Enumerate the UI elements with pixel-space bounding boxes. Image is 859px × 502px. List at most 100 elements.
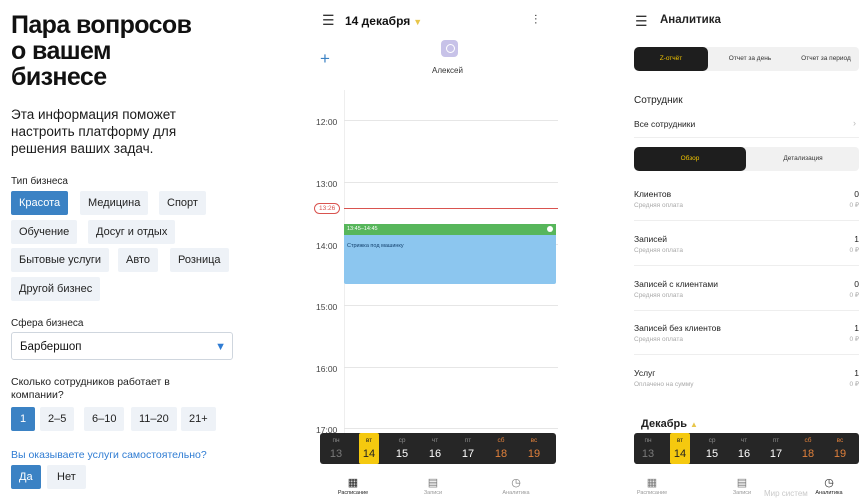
business-type-chip[interactable]: Медицина <box>80 191 149 215</box>
hour-line <box>344 182 558 183</box>
day-cell[interactable]: пт 17 <box>766 433 786 464</box>
tab-analytics[interactable]: ◷ Аналитика <box>799 476 859 496</box>
weekday: пн <box>332 437 340 444</box>
day-cell[interactable]: пн 13 <box>326 433 346 464</box>
day-number: 15 <box>395 448 409 460</box>
appointment-time: 13:45–14:45 <box>347 226 378 232</box>
staff-name: Алексей <box>432 66 463 75</box>
stat-subtitle: Оплачено на сумму <box>634 381 694 388</box>
day-number: 13 <box>641 448 655 460</box>
lead-line: Эта информация поможет <box>11 107 176 122</box>
stat-row: Клиентов Средняя оплата 0 0 ₽ <box>634 189 859 209</box>
tab-label: Аналитика <box>502 490 530 496</box>
day-cell[interactable]: сб 18 <box>491 433 511 464</box>
lead-line: настроить платформу для <box>11 124 177 139</box>
sphere-select[interactable]: Барбершоп ▼ <box>11 332 233 360</box>
no-button[interactable]: Нет <box>47 465 86 489</box>
weekday: вт <box>676 437 684 444</box>
hour-label: 12:00 <box>316 117 338 127</box>
business-type-chip[interactable]: Красота <box>11 191 69 215</box>
day-number: 19 <box>527 448 541 460</box>
employee-option[interactable]: 21+ <box>181 407 216 431</box>
day-cell[interactable]: сб 18 <box>798 433 818 464</box>
stat-value: 1 <box>854 368 859 378</box>
tab-details[interactable]: Детализация <box>748 147 858 171</box>
day-cell[interactable]: вт 14 <box>670 433 690 464</box>
tab-day-report[interactable]: Отчет за день <box>712 47 788 71</box>
title-line: Пара вопросов <box>11 11 192 39</box>
business-type-chip[interactable]: Спорт <box>159 191 206 215</box>
employee-option[interactable]: 6–10 <box>84 407 125 431</box>
stat-title: Записей с клиентами <box>634 279 718 289</box>
date-label: 14 декабря <box>345 14 411 28</box>
filter-icon[interactable]: ⫶ <box>534 12 537 28</box>
employee-option[interactable]: 2–5 <box>40 407 75 431</box>
business-type-chip[interactable]: Авто <box>118 248 158 272</box>
staff-select[interactable]: Все сотрудники <box>634 119 695 129</box>
day-number: 14 <box>362 448 376 460</box>
tab-schedule[interactable]: ▦ Расписание <box>622 476 682 496</box>
day-cell[interactable]: пн 13 <box>638 433 658 464</box>
appointment-header: 13:45–14:45 <box>344 224 556 235</box>
stat-title: Услуг <box>634 368 656 378</box>
chevron-right-icon: › <box>853 118 856 128</box>
day-number: 15 <box>705 448 719 460</box>
day-cell[interactable]: ср 15 <box>702 433 722 464</box>
question-line: компании? <box>11 389 64 401</box>
tab-records[interactable]: ▤ Записи <box>712 476 772 496</box>
stat-subtitle: Средняя оплата <box>634 202 683 209</box>
day-cell[interactable]: чт 16 <box>425 433 445 464</box>
tab-period-report[interactable]: Отчет за период <box>790 47 859 71</box>
tab-label: Расписание <box>337 490 369 496</box>
day-number: 17 <box>461 448 475 460</box>
appointment-card[interactable]: 13:45–14:45 Стрижка под машинку <box>344 224 556 284</box>
business-type-chip[interactable]: Обучение <box>11 220 78 244</box>
business-type-chip[interactable]: Розница <box>170 248 229 272</box>
stat-value: 0 <box>854 279 859 289</box>
tab-schedule[interactable]: ▦ Расписание <box>323 476 383 496</box>
stat-title: Клиентов <box>634 189 672 199</box>
weekday: ср <box>708 437 716 444</box>
weekday: пт <box>772 437 780 444</box>
business-type-chip[interactable]: Бытовые услуги <box>11 248 110 272</box>
day-cell[interactable]: вс 19 <box>830 433 850 464</box>
tab-analytics[interactable]: ◷ Аналитика <box>486 476 546 496</box>
menu-icon[interactable]: ☰ <box>635 13 648 30</box>
stat-row: Записей без клиентов Средняя оплата 1 0 … <box>634 323 859 343</box>
weekday: ср <box>398 437 406 444</box>
calendar-icon: ▦ <box>347 477 359 489</box>
divider <box>634 354 859 355</box>
tab-label: Записи <box>423 490 443 496</box>
hour-line <box>344 305 558 306</box>
tab-records[interactable]: ▤ Записи <box>403 476 463 496</box>
stat-sub-value: 0 ₽ <box>849 381 859 388</box>
question-line: Сколько сотрудников работает в <box>11 376 170 388</box>
employee-option[interactable]: 11–20 <box>131 407 177 431</box>
stat-title: Записей <box>634 234 667 244</box>
month-picker[interactable]: Декабрь ▲ <box>641 418 698 430</box>
day-cell[interactable]: пт 17 <box>458 433 478 464</box>
day-number: 13 <box>329 448 343 460</box>
day-cell[interactable]: чт 16 <box>734 433 754 464</box>
add-icon[interactable]: + <box>320 49 330 69</box>
tab-z-report[interactable]: Z-отчёт <box>634 47 708 71</box>
tab-overview[interactable]: Обзор <box>634 147 746 171</box>
date-picker[interactable]: 14 декабря ▼ <box>345 14 422 28</box>
self-service-question: Вы оказываете услуги самостоятельно? <box>11 449 207 461</box>
watermark: Мир систем <box>764 489 808 498</box>
menu-icon[interactable]: ☰ <box>322 12 335 29</box>
business-type-chip[interactable]: Другой бизнес <box>11 277 101 301</box>
chevron-up-icon: ▲ <box>690 420 698 429</box>
hour-label: 14:00 <box>316 241 338 251</box>
day-cell[interactable]: вс 19 <box>524 433 544 464</box>
yes-button[interactable]: Да <box>11 465 41 489</box>
day-number: 14 <box>673 448 687 460</box>
divider <box>634 220 859 221</box>
employee-option[interactable]: 1 <box>11 407 36 431</box>
stat-value: 0 <box>854 189 859 199</box>
day-cell[interactable]: ср 15 <box>392 433 412 464</box>
hour-label: 13:00 <box>316 179 338 189</box>
day-cell[interactable]: вт 14 <box>359 433 379 464</box>
business-type-chip[interactable]: Досуг и отдых <box>88 220 176 244</box>
avatar[interactable] <box>441 40 458 57</box>
